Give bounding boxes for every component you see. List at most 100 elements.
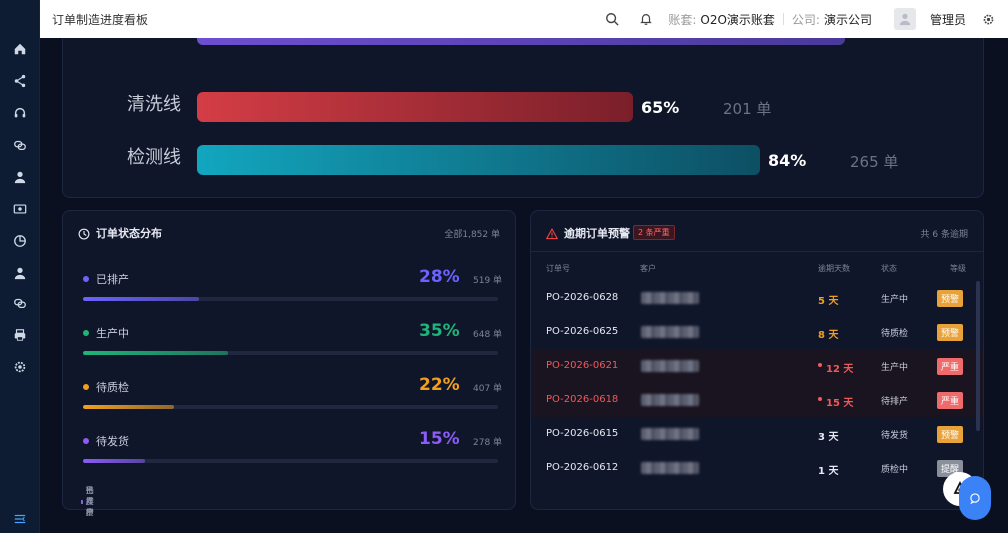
status-dot <box>83 384 89 390</box>
column-header: 状态 <box>881 264 897 273</box>
gear-icon[interactable] <box>980 11 996 27</box>
warning-icon <box>545 225 559 240</box>
pie-chart-icon[interactable] <box>0 230 40 252</box>
page-title: 订单制造进度看板 <box>52 12 149 27</box>
user-icon[interactable] <box>0 166 40 188</box>
legend-item: 待发货 <box>81 485 96 518</box>
column-header: 等级 <box>950 264 966 273</box>
line-label: 清洗线 <box>127 94 181 115</box>
chain-icon[interactable] <box>0 292 40 314</box>
order-number[interactable]: PO-2026-0625 <box>546 326 618 337</box>
home-icon[interactable] <box>0 38 40 60</box>
order-number[interactable]: PO-2026-0621 <box>546 360 618 371</box>
status-dot <box>83 276 89 282</box>
table-row[interactable]: PO-2026-0612 1 天质检中 提醒 <box>531 451 983 485</box>
order-status: 生产中 <box>881 363 909 373</box>
status-percent: 15% <box>419 429 460 449</box>
chat-icon <box>970 493 980 504</box>
status-track <box>83 297 498 301</box>
severe-badge: 2 条严重 <box>633 225 675 240</box>
column-header: 逾期天数 <box>818 264 850 273</box>
account-value[interactable]: O2O演示账套 <box>700 11 775 28</box>
link-icon[interactable] <box>0 134 40 156</box>
production-lines-panel: 清洗线 65% 201 单 检测线 84% 265 单 <box>62 38 984 198</box>
scrollbar[interactable] <box>976 281 980 431</box>
search-icon[interactable] <box>604 11 620 27</box>
level-tag: 严重 <box>937 358 964 375</box>
column-header: 客户 <box>640 264 656 273</box>
customer-redacted <box>641 292 699 304</box>
status-percent: 22% <box>419 375 460 395</box>
card-title: 订单状态分布 <box>96 227 162 240</box>
overdue-days: 1 天 <box>818 466 839 477</box>
company-label: 公司: <box>791 12 820 27</box>
main-content: 清洗线 65% 201 单 检测线 84% 265 单 订单状态分布 全部1,8… <box>40 38 1008 533</box>
status-label: 生产中 <box>96 327 129 340</box>
table-row[interactable]: PO-2026-0618 15 天 待排产 严重 <box>531 383 983 417</box>
order-status-card: 订单状态分布 全部1,852 单 已排产 28% 519 单生产中 35% 648 单待… <box>62 210 516 517</box>
status-label: 待发货 <box>96 435 129 448</box>
overdue-days: 3 天 <box>818 432 839 443</box>
settings-icon[interactable] <box>0 356 40 378</box>
order-number[interactable]: PO-2026-0628 <box>546 292 618 303</box>
customer-redacted <box>641 394 699 406</box>
collapse-menu-icon[interactable] <box>0 508 40 530</box>
cash-icon[interactable] <box>0 198 40 220</box>
top-bar: 订单制造进度看板 账套: O2O演示账套 公司: 演示公司 管理员 <box>40 0 1008 38</box>
total-count: 全部1,852 单 <box>444 230 500 240</box>
order-status: 待排产 <box>881 397 909 407</box>
line-progress-bar <box>197 92 633 122</box>
level-tag: 预警 <box>937 426 964 443</box>
line-percent: 65% <box>641 98 680 117</box>
status-label: 已排产 <box>96 273 129 286</box>
status-count: 648 单 <box>473 330 503 340</box>
status-count: 519 单 <box>473 276 503 286</box>
table-row[interactable]: PO-2026-0615 3 天 待发货 预警 <box>531 417 983 451</box>
table-row[interactable]: PO-2026-0628 5 天 生产中 预警 <box>531 281 983 315</box>
status-fill <box>83 351 228 355</box>
table-row[interactable]: PO-2026-0621 12 天 生产中 严重 <box>531 349 983 383</box>
status-row: 待质检 22% 407 单 <box>63 375 515 415</box>
printer-icon[interactable] <box>0 324 40 346</box>
severe-dot <box>818 397 822 401</box>
overdue-days: 15 天 <box>826 398 854 409</box>
severe-dot <box>818 363 822 367</box>
clock-icon <box>78 225 90 240</box>
level-tag: 严重 <box>937 392 964 409</box>
customer-redacted <box>641 326 699 338</box>
line-percent: 84% <box>768 151 807 170</box>
user-name[interactable]: 管理员 <box>930 11 966 28</box>
line-progress-bar <box>197 145 760 175</box>
order-number[interactable]: PO-2026-0618 <box>546 394 618 405</box>
share-icon[interactable] <box>0 70 40 92</box>
column-header: 订单号 <box>546 264 570 273</box>
person-icon[interactable] <box>0 262 40 284</box>
divider <box>782 13 784 25</box>
company-value[interactable]: 演示公司 <box>824 11 872 28</box>
table-row[interactable]: PO-2026-0625 8 天 待质检 预警 <box>531 315 983 349</box>
status-fill <box>83 405 174 409</box>
status-count: 278 单 <box>473 438 503 448</box>
status-percent: 28% <box>419 267 460 287</box>
line-count: 201 单 <box>723 100 772 118</box>
order-status: 待质检 <box>881 329 909 339</box>
avatar[interactable] <box>893 8 916 30</box>
overdue-orders-card: 逾期订单预警 2 条严重 共 6 条逾期 订单号 客户 逾期天数 状态 等级 P… <box>530 210 984 510</box>
overdue-days: 12 天 <box>826 364 854 375</box>
sidebar <box>0 0 40 533</box>
legend-dot <box>81 499 83 504</box>
status-count: 407 单 <box>473 384 503 394</box>
status-track <box>83 459 498 463</box>
bell-icon[interactable] <box>638 11 654 27</box>
order-number[interactable]: PO-2026-0612 <box>546 462 618 473</box>
chat-button[interactable] <box>959 476 991 520</box>
headset-icon[interactable] <box>0 102 40 124</box>
order-status: 质检中 <box>881 465 909 475</box>
overdue-total: 共 6 条逾期 <box>920 230 968 240</box>
overdue-days: 8 天 <box>818 330 839 341</box>
status-row: 待发货 15% 278 单 <box>63 429 515 469</box>
customer-redacted <box>641 462 699 474</box>
card-title: 逾期订单预警 <box>564 227 630 240</box>
order-number[interactable]: PO-2026-0615 <box>546 428 618 439</box>
status-track <box>83 405 498 409</box>
